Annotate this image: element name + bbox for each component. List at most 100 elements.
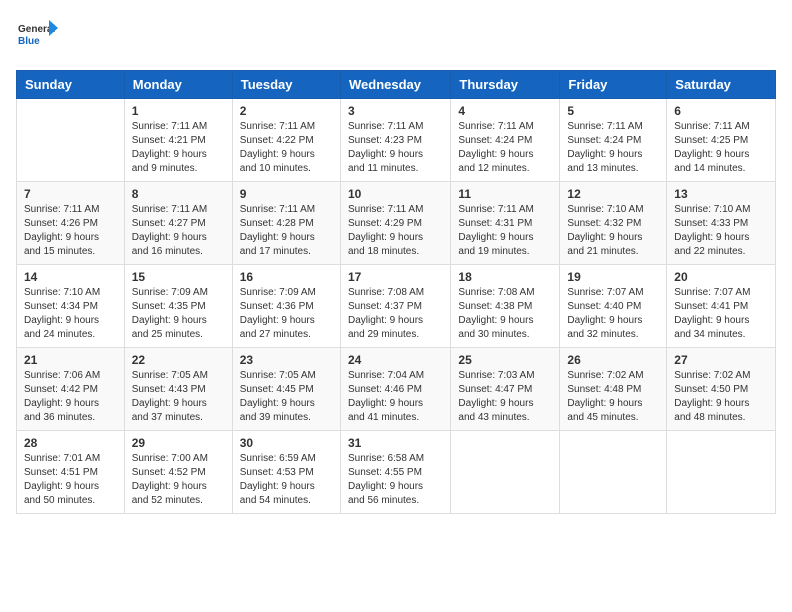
header: General Blue <box>16 16 776 58</box>
calendar-table: SundayMondayTuesdayWednesdayThursdayFrid… <box>16 70 776 514</box>
calendar-day-8: 8 Sunrise: 7:11 AM Sunset: 4:27 PM Daylig… <box>124 182 232 265</box>
empty-cell <box>451 431 560 514</box>
calendar-day-16: 16 Sunrise: 7:09 AM Sunset: 4:36 PM Dayli… <box>232 265 340 348</box>
day-number: 28 <box>24 436 117 450</box>
day-number: 22 <box>132 353 225 367</box>
day-detail: Sunrise: 7:02 AM Sunset: 4:50 PM Dayligh… <box>674 369 768 425</box>
calendar-day-25: 25 Sunrise: 7:03 AM Sunset: 4:47 PM Dayli… <box>451 348 560 431</box>
calendar-day-11: 11Sunrise: 7:11 AM Sunset: 4:31 PM Dayli… <box>451 182 560 265</box>
day-detail: Sunrise: 7:10 AM Sunset: 4:33 PM Dayligh… <box>674 203 768 259</box>
day-detail: Sunrise: 7:11 AM Sunset: 4:27 PM Dayligh… <box>132 203 225 259</box>
day-detail: Sunrise: 7:11 AM Sunset: 4:29 PM Dayligh… <box>348 203 443 259</box>
day-detail: Sunrise: 7:07 AM Sunset: 4:40 PM Dayligh… <box>567 286 659 342</box>
day-detail: Sunrise: 7:09 AM Sunset: 4:35 PM Dayligh… <box>132 286 225 342</box>
weekday-header-sunday: Sunday <box>17 71 125 99</box>
logo: General Blue <box>16 16 58 58</box>
day-number: 2 <box>240 104 333 118</box>
svg-text:Blue: Blue <box>18 36 40 47</box>
day-detail: Sunrise: 7:09 AM Sunset: 4:36 PM Dayligh… <box>240 286 333 342</box>
day-detail: Sunrise: 7:11 AM Sunset: 4:22 PM Dayligh… <box>240 120 333 176</box>
calendar-week-row: 1 Sunrise: 7:11 AM Sunset: 4:21 PM Daylig… <box>17 99 776 182</box>
weekday-header-wednesday: Wednesday <box>340 71 450 99</box>
calendar-day-28: 28 Sunrise: 7:01 AM Sunset: 4:51 PM Dayli… <box>17 431 125 514</box>
day-number: 10 <box>348 187 443 201</box>
calendar-day-30: 30 Sunrise: 6:59 AM Sunset: 4:53 PM Dayli… <box>232 431 340 514</box>
day-detail: Sunrise: 7:04 AM Sunset: 4:46 PM Dayligh… <box>348 369 443 425</box>
day-number: 16 <box>240 270 333 284</box>
calendar-day-3: 3Sunrise: 7:11 AM Sunset: 4:23 PM Daylig… <box>340 99 450 182</box>
day-number: 26 <box>567 353 659 367</box>
day-detail: Sunrise: 7:11 AM Sunset: 4:25 PM Dayligh… <box>674 120 768 176</box>
calendar-day-21: 21Sunrise: 7:06 AM Sunset: 4:42 PM Dayli… <box>17 348 125 431</box>
day-number: 25 <box>458 353 552 367</box>
day-detail: Sunrise: 7:00 AM Sunset: 4:52 PM Dayligh… <box>132 452 225 508</box>
day-detail: Sunrise: 6:58 AM Sunset: 4:55 PM Dayligh… <box>348 452 443 508</box>
day-number: 23 <box>240 353 333 367</box>
day-number: 9 <box>240 187 333 201</box>
day-number: 6 <box>674 104 768 118</box>
calendar-day-2: 2 Sunrise: 7:11 AM Sunset: 4:22 PM Daylig… <box>232 99 340 182</box>
calendar-day-18: 18 Sunrise: 7:08 AM Sunset: 4:38 PM Dayli… <box>451 265 560 348</box>
day-number: 24 <box>348 353 443 367</box>
calendar-week-row: 7Sunrise: 7:11 AM Sunset: 4:26 PM Daylig… <box>17 182 776 265</box>
calendar-day-31: 31 Sunrise: 6:58 AM Sunset: 4:55 PM Dayli… <box>340 431 450 514</box>
day-detail: Sunrise: 7:01 AM Sunset: 4:51 PM Dayligh… <box>24 452 117 508</box>
day-number: 27 <box>674 353 768 367</box>
calendar-day-10: 10 Sunrise: 7:11 AM Sunset: 4:29 PM Dayli… <box>340 182 450 265</box>
weekday-header-thursday: Thursday <box>451 71 560 99</box>
day-number: 18 <box>458 270 552 284</box>
day-number: 17 <box>348 270 443 284</box>
calendar-day-6: 6 Sunrise: 7:11 AM Sunset: 4:25 PM Daylig… <box>667 99 776 182</box>
day-detail: Sunrise: 7:03 AM Sunset: 4:47 PM Dayligh… <box>458 369 552 425</box>
day-detail: Sunrise: 7:08 AM Sunset: 4:38 PM Dayligh… <box>458 286 552 342</box>
calendar-week-row: 21Sunrise: 7:06 AM Sunset: 4:42 PM Dayli… <box>17 348 776 431</box>
day-detail: Sunrise: 7:11 AM Sunset: 4:21 PM Dayligh… <box>132 120 225 176</box>
calendar-day-19: 19 Sunrise: 7:07 AM Sunset: 4:40 PM Dayli… <box>560 265 667 348</box>
calendar-day-7: 7Sunrise: 7:11 AM Sunset: 4:26 PM Daylig… <box>17 182 125 265</box>
day-number: 14 <box>24 270 117 284</box>
day-number: 31 <box>348 436 443 450</box>
calendar-day-23: 23Sunrise: 7:05 AM Sunset: 4:45 PM Dayli… <box>232 348 340 431</box>
calendar-day-20: 20Sunrise: 7:07 AM Sunset: 4:41 PM Dayli… <box>667 265 776 348</box>
weekday-header-friday: Friday <box>560 71 667 99</box>
day-number: 15 <box>132 270 225 284</box>
empty-cell <box>17 99 125 182</box>
calendar-day-4: 4Sunrise: 7:11 AM Sunset: 4:24 PM Daylig… <box>451 99 560 182</box>
day-detail: Sunrise: 7:08 AM Sunset: 4:37 PM Dayligh… <box>348 286 443 342</box>
calendar-week-row: 28 Sunrise: 7:01 AM Sunset: 4:51 PM Dayli… <box>17 431 776 514</box>
day-number: 7 <box>24 187 117 201</box>
day-number: 4 <box>458 104 552 118</box>
day-number: 29 <box>132 436 225 450</box>
calendar-day-13: 13 Sunrise: 7:10 AM Sunset: 4:33 PM Dayli… <box>667 182 776 265</box>
day-detail: Sunrise: 7:02 AM Sunset: 4:48 PM Dayligh… <box>567 369 659 425</box>
calendar-day-12: 12Sunrise: 7:10 AM Sunset: 4:32 PM Dayli… <box>560 182 667 265</box>
weekday-header-tuesday: Tuesday <box>232 71 340 99</box>
calendar-day-14: 14Sunrise: 7:10 AM Sunset: 4:34 PM Dayli… <box>17 265 125 348</box>
calendar-day-29: 29 Sunrise: 7:00 AM Sunset: 4:52 PM Dayli… <box>124 431 232 514</box>
calendar-day-24: 24 Sunrise: 7:04 AM Sunset: 4:46 PM Dayli… <box>340 348 450 431</box>
calendar-day-26: 26 Sunrise: 7:02 AM Sunset: 4:48 PM Dayli… <box>560 348 667 431</box>
calendar-day-27: 27 Sunrise: 7:02 AM Sunset: 4:50 PM Dayli… <box>667 348 776 431</box>
calendar-day-17: 17 Sunrise: 7:08 AM Sunset: 4:37 PM Dayli… <box>340 265 450 348</box>
day-detail: Sunrise: 7:07 AM Sunset: 4:41 PM Dayligh… <box>674 286 768 342</box>
empty-cell <box>667 431 776 514</box>
day-detail: Sunrise: 7:11 AM Sunset: 4:24 PM Dayligh… <box>567 120 659 176</box>
calendar-day-15: 15 Sunrise: 7:09 AM Sunset: 4:35 PM Dayli… <box>124 265 232 348</box>
day-number: 21 <box>24 353 117 367</box>
day-detail: Sunrise: 7:11 AM Sunset: 4:31 PM Dayligh… <box>458 203 552 259</box>
weekday-header-monday: Monday <box>124 71 232 99</box>
day-number: 8 <box>132 187 225 201</box>
day-number: 1 <box>132 104 225 118</box>
day-number: 5 <box>567 104 659 118</box>
day-detail: Sunrise: 7:10 AM Sunset: 4:32 PM Dayligh… <box>567 203 659 259</box>
day-number: 13 <box>674 187 768 201</box>
calendar-week-row: 14Sunrise: 7:10 AM Sunset: 4:34 PM Dayli… <box>17 265 776 348</box>
weekday-header-row: SundayMondayTuesdayWednesdayThursdayFrid… <box>17 71 776 99</box>
day-detail: Sunrise: 7:11 AM Sunset: 4:23 PM Dayligh… <box>348 120 443 176</box>
day-number: 19 <box>567 270 659 284</box>
day-detail: Sunrise: 7:11 AM Sunset: 4:28 PM Dayligh… <box>240 203 333 259</box>
day-detail: Sunrise: 6:59 AM Sunset: 4:53 PM Dayligh… <box>240 452 333 508</box>
generalblue-logo-icon: General Blue <box>16 16 58 58</box>
calendar-day-1: 1 Sunrise: 7:11 AM Sunset: 4:21 PM Daylig… <box>124 99 232 182</box>
day-number: 30 <box>240 436 333 450</box>
